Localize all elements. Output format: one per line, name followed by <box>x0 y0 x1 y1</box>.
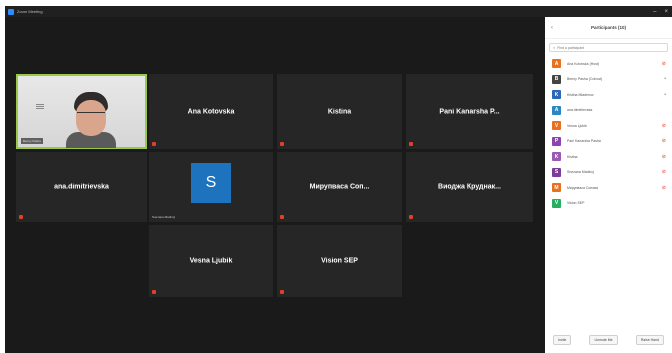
video-tile[interactable]: Pani Kanarsha P... <box>406 74 533 149</box>
participant-avatar: P <box>552 136 561 146</box>
muted-mic-icon <box>152 290 156 294</box>
video-tile[interactable]: ana.dimitrievska <box>16 152 147 222</box>
tile-name: Ana Kotovska <box>187 108 235 115</box>
minimize-button[interactable]: – <box>653 9 656 15</box>
muted-mic-icon[interactable]: ⊘ <box>662 169 666 175</box>
search-icon: ⌕ <box>553 45 556 50</box>
tile-name: Vesna Ljubik <box>189 257 233 265</box>
participant-row[interactable]: B Benny Pasha (Cohost) • <box>545 72 672 88</box>
participant-avatar: K <box>552 152 561 162</box>
title-bar: Zoom Meeting – × <box>5 6 672 17</box>
participant-row[interactable]: M Мирупваса Сопова ⊘ <box>545 180 672 196</box>
chevron-left-icon[interactable]: ‹ <box>551 25 553 31</box>
window-controls: – × <box>653 6 668 17</box>
tile-name: Виоджа Круднак... <box>438 183 501 191</box>
video-tile[interactable]: Мирупваса Соп... <box>277 152 402 222</box>
muted-mic-icon <box>152 142 156 146</box>
participant-list: A Ana Kotovska (Host) ⊘ B Benny Pasha (Cohos… <box>545 56 672 211</box>
video-tile[interactable]: Kistina <box>277 74 402 149</box>
tile-name: Vision SEP <box>321 257 358 265</box>
participant-row[interactable]: V Vesna Ljubik ⊘ <box>545 118 672 134</box>
invite-button[interactable]: Invite <box>553 335 572 345</box>
participant-avatar: B <box>552 74 561 84</box>
tile-name: Мирупваса Соп... <box>309 183 370 191</box>
unmute-me-button[interactable]: Unmute Me <box>589 335 618 345</box>
panel-header: ‹ Participants (10) <box>545 17 672 39</box>
muted-mic-icon[interactable]: ⊘ <box>662 61 666 67</box>
muted-mic-icon <box>409 215 413 219</box>
participant-name: Vesna Ljubik <box>567 123 587 128</box>
participant-name: Ana Kotovska (Host) <box>567 61 600 66</box>
participant-row[interactable]: K Kistina ⊘ <box>545 149 672 165</box>
participant-row[interactable]: K Kistina Mladenov • <box>545 87 672 103</box>
participant-row[interactable]: S Snezana Madincj ⊘ <box>545 165 672 181</box>
mic-icon[interactable]: • <box>664 76 666 82</box>
participant-avatar: S <box>552 167 561 177</box>
muted-mic-icon[interactable]: ⊘ <box>662 154 666 160</box>
mic-icon[interactable]: • <box>664 92 666 98</box>
participant-name: Benny Pasha (Cohost) <box>567 77 603 82</box>
video-tile[interactable]: Vesna Ljubik <box>149 225 273 297</box>
muted-mic-icon <box>409 142 413 146</box>
participant-row[interactable]: Aana.dimitrievska <box>545 103 672 119</box>
video-tile[interactable]: Vision SEP <box>277 225 402 297</box>
video-tile[interactable]: S Snezana Madincj <box>149 152 273 222</box>
participant-name: Kistina <box>567 154 578 159</box>
muted-mic-icon <box>280 215 284 219</box>
tile-name: Kistina <box>327 108 352 115</box>
participant-avatar: M <box>552 183 561 193</box>
muted-mic-icon[interactable]: ⊘ <box>662 138 666 144</box>
participant-face <box>66 92 116 148</box>
muted-mic-icon[interactable]: ⊘ <box>662 185 666 191</box>
participant-avatar: K <box>552 90 561 100</box>
tile-name-chip: Benny Pasha <box>21 138 43 144</box>
participant-row[interactable]: V Vision SEP <box>545 196 672 212</box>
participants-panel: ‹ Participants (10) ⌕ A Ana Kotovska (Hos… <box>545 17 672 353</box>
close-button[interactable]: × <box>664 9 668 15</box>
search-input[interactable] <box>557 45 658 50</box>
participant-row[interactable]: A Ana Kotovska (Host) ⊘ <box>545 56 672 72</box>
wall-sign <box>36 104 44 110</box>
participant-search[interactable]: ⌕ <box>549 43 668 52</box>
raise-hand-button[interactable]: Raise Hand <box>635 335 664 345</box>
video-tile[interactable]: Виоджа Круднак... <box>406 152 533 222</box>
tile-caption: Snezana Madincj <box>152 215 176 219</box>
muted-mic-icon <box>280 142 284 146</box>
muted-mic-icon[interactable]: ⊘ <box>662 123 666 129</box>
participant-name: Vision SEP <box>567 201 585 206</box>
avatar: S <box>191 163 231 203</box>
video-tile[interactable]: Ana Kotovska <box>149 74 273 149</box>
muted-mic-icon <box>280 290 284 294</box>
participant-name: Мирупваса Сопова <box>567 185 598 190</box>
tile-name: Pani Kanarsha P... <box>439 108 500 115</box>
panel-footer: Invite Unmute Me Raise Hand <box>545 335 672 345</box>
zoom-app-icon <box>8 8 14 15</box>
tile-name: ana.dimitrievska <box>54 183 109 191</box>
video-grid: Benny Pasha Ana Kotovska Kistina Pani Ka… <box>10 68 537 298</box>
participant-name: Kistina Mladenov <box>567 92 594 97</box>
participant-row[interactable]: P Pani Kanarsha Pasha ⊘ <box>545 134 672 150</box>
window-title: Zoom Meeting <box>17 9 43 14</box>
video-tile-self[interactable]: Benny Pasha <box>16 74 147 149</box>
participant-name: Pani Kanarsha Pasha <box>567 139 601 144</box>
participant-avatar: V <box>552 198 561 208</box>
participant-avatar: V <box>552 121 561 131</box>
muted-mic-icon <box>19 215 23 219</box>
participant-avatar: A <box>552 59 561 69</box>
panel-title: Participants (10) <box>590 25 626 30</box>
participant-name: Snezana Madincj <box>567 170 594 175</box>
participant-name: ana.dimitrievska <box>567 108 593 113</box>
participant-avatar: A <box>552 105 561 115</box>
